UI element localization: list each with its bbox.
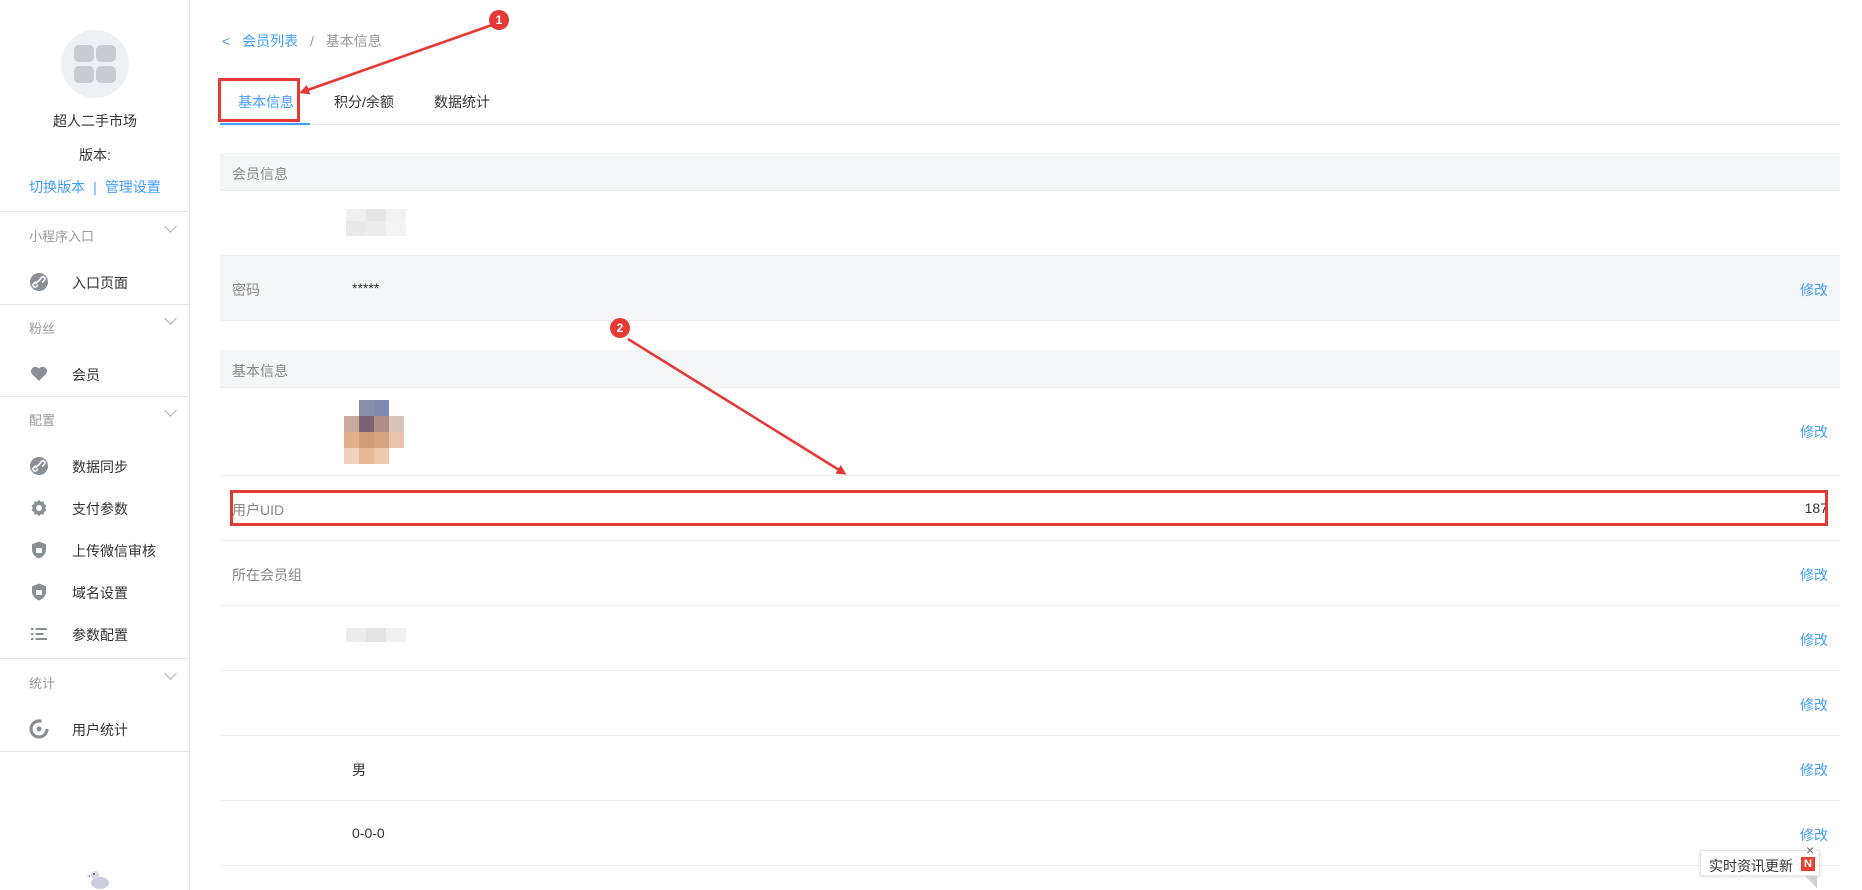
sidebar-item-label: 入口页面 xyxy=(72,275,128,291)
edit-member-group-button[interactable]: 修改 xyxy=(1800,565,1828,585)
link-icon xyxy=(30,457,48,475)
group-title-stats[interactable]: 统计 xyxy=(29,673,55,692)
breadcrumb-current: 基本信息 xyxy=(325,33,382,49)
app-logo-icon xyxy=(61,30,129,98)
switch-version-link[interactable]: 切换版本 xyxy=(29,179,85,195)
divider xyxy=(0,304,189,305)
sidebar-item-label: 数据同步 xyxy=(72,459,128,475)
blurred-nickname xyxy=(346,628,406,658)
shop-name: 超人二手市场 xyxy=(53,113,137,129)
manage-settings-link[interactable]: 管理设置 xyxy=(105,179,161,195)
edit-gender-button[interactable]: 修改 xyxy=(1800,760,1828,780)
edit-field-button[interactable]: 修改 xyxy=(1800,695,1828,715)
annotation-badge-2: 2 xyxy=(610,318,630,338)
tab-bar: 基本信息 积分/余额 数据统计 xyxy=(220,80,1840,125)
edit-avatar-button[interactable]: 修改 xyxy=(1800,422,1828,442)
sidebar-item-members[interactable]: 会员 xyxy=(0,356,189,392)
blurred-username xyxy=(346,209,406,239)
divider xyxy=(0,658,189,659)
chevron-down-icon[interactable] xyxy=(164,312,177,325)
breadcrumb: < 会员列表 / 基本信息 xyxy=(222,31,382,51)
edit-password-button[interactable]: 修改 xyxy=(1800,280,1828,300)
close-icon[interactable]: × xyxy=(1806,843,1820,857)
sidebar-links: 切换版本 | 管理设置 xyxy=(0,177,190,197)
sidebar-item-data-sync[interactable]: 数据同步 xyxy=(0,448,189,484)
username-row xyxy=(220,191,1840,256)
sidebar-item-label: 上传微信审核 xyxy=(72,543,156,559)
active-tab-indicator xyxy=(220,123,310,125)
sidebar-item-payment-params[interactable]: 支付参数 xyxy=(0,490,189,526)
tab-basic-info[interactable]: 基本信息 xyxy=(238,92,294,112)
breadcrumb-separator: / xyxy=(309,33,314,49)
chevron-down-icon[interactable] xyxy=(164,404,177,417)
breadcrumb-back-chevron-icon[interactable]: < xyxy=(222,33,230,49)
links-separator: | xyxy=(93,179,97,195)
tab-points-balance[interactable]: 积分/余额 xyxy=(334,92,394,112)
news-tail-decoration xyxy=(1805,876,1817,888)
sidebar-item-label: 参数配置 xyxy=(72,627,128,643)
section-title: 基本信息 xyxy=(232,363,288,379)
gender-row: 男 修改 xyxy=(220,736,1840,801)
shield-icon xyxy=(32,583,46,601)
mascot-icon xyxy=(87,871,109,889)
news-widget-text: 实时资讯更新 xyxy=(1709,858,1793,874)
group-title-fans[interactable]: 粉丝 xyxy=(29,318,55,337)
section-title: 会员信息 xyxy=(232,166,288,182)
password-label: 密码 xyxy=(232,282,260,298)
heart-icon xyxy=(30,366,48,381)
gear-icon xyxy=(31,499,47,517)
member-group-row: 所在会员组 修改 xyxy=(220,541,1840,606)
sidebar-item-wechat-review[interactable]: 上传微信审核 xyxy=(0,532,189,568)
group-title-config[interactable]: 配置 xyxy=(29,410,55,429)
group-title-miniprogram[interactable]: 小程序入口 xyxy=(29,226,94,245)
sidebar-item-param-config[interactable]: 参数配置 xyxy=(0,616,189,652)
sidebar-item-user-stats[interactable]: 用户统计 xyxy=(0,711,189,747)
sidebar: 超人二手市场 版本: 切换版本 | 管理设置 小程序入口 入口页面 粉丝 会员 配置… xyxy=(0,0,190,890)
tab-data-stats[interactable]: 数据统计 xyxy=(434,92,490,112)
sidebar-item-label: 支付参数 xyxy=(72,501,128,517)
version-label: 版本: xyxy=(79,147,111,163)
uid-value: 187 xyxy=(1804,500,1828,516)
annotation-badge-1: 1 xyxy=(489,10,509,30)
gender-value: 男 xyxy=(352,762,366,778)
member-group-label: 所在会员组 xyxy=(232,567,302,583)
divider xyxy=(0,751,189,752)
divider xyxy=(0,211,189,212)
birthday-row: 0-0-0 修改 xyxy=(220,801,1840,866)
chevron-down-icon[interactable] xyxy=(164,667,177,680)
sidebar-item-domain-settings[interactable]: 域名设置 xyxy=(0,574,189,610)
section-header-member-info: 会员信息 xyxy=(220,153,1840,191)
divider xyxy=(0,396,189,397)
sidebar-item-entry-page[interactable]: 入口页面 xyxy=(0,264,189,300)
nickname-row: 修改 xyxy=(220,606,1840,671)
chevron-down-icon[interactable] xyxy=(164,220,177,233)
breadcrumb-member-list-link[interactable]: 会员列表 xyxy=(242,33,298,49)
sidebar-item-label: 会员 xyxy=(72,367,100,383)
sidebar-item-label: 用户统计 xyxy=(72,722,128,738)
birthday-value: 0-0-0 xyxy=(352,825,385,841)
sidebar-item-label: 域名设置 xyxy=(72,585,128,601)
news-widget[interactable]: 实时资讯更新 N xyxy=(1700,850,1820,876)
list-icon xyxy=(31,628,47,640)
empty-field-row: 修改 xyxy=(220,671,1840,736)
uid-row: 用户UID 187 xyxy=(220,476,1840,541)
edit-birthday-button[interactable]: 修改 xyxy=(1800,825,1828,845)
news-badge-icon: N xyxy=(1801,857,1815,871)
password-row: 密码 ***** 修改 xyxy=(220,256,1840,321)
section-header-basic-info: 基本信息 xyxy=(220,350,1840,388)
edit-nickname-button[interactable]: 修改 xyxy=(1800,630,1828,650)
uid-label: 用户UID xyxy=(232,502,285,518)
shield-icon xyxy=(32,541,46,559)
avatar-row: 修改 xyxy=(220,388,1840,476)
avatar xyxy=(344,400,404,466)
link-icon xyxy=(30,273,48,291)
password-value: ***** xyxy=(352,280,380,296)
pie-chart-icon xyxy=(29,719,49,739)
